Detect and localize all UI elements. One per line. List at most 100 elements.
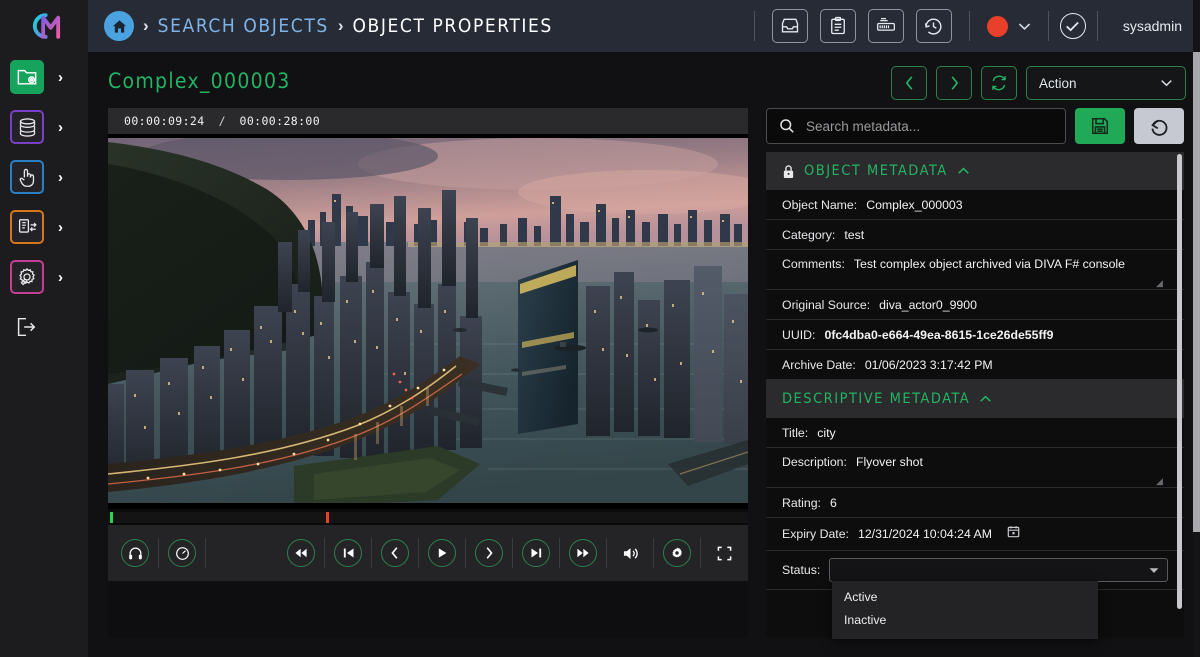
clipboard-button[interactable]	[820, 9, 856, 43]
divider	[158, 538, 159, 568]
divider	[559, 538, 560, 568]
row-value[interactable]: Complex_000003	[866, 198, 962, 212]
metadata-scroll-area[interactable]: OBJECT METADATA Object Name: Complex_000…	[766, 152, 1184, 637]
status-option-active[interactable]: Active	[832, 586, 1098, 608]
next-object-button[interactable]	[936, 66, 972, 100]
timeline-playhead[interactable]	[326, 512, 329, 523]
sidebar-chevron: ›	[58, 69, 63, 86]
record-status-selector[interactable]	[981, 16, 1037, 37]
metadata-row-category[interactable]: Category: test	[766, 220, 1184, 250]
breadcrumb-separator-1: ›	[143, 16, 149, 36]
metadata-row-archive-date[interactable]: Archive Date: 01/06/2023 3:17:42 PM	[766, 350, 1184, 380]
metadata-scrollbar-thumb[interactable]	[1177, 154, 1182, 609]
divider	[324, 538, 325, 568]
breadcrumb-parent-link[interactable]: SEARCH OBJECTS	[158, 15, 329, 37]
fast-forward-button[interactable]	[569, 539, 597, 567]
row-value[interactable]: 6	[830, 496, 837, 510]
metadata-row-expiry-date[interactable]: Expiry Date: 12/31/2024 10:04:24 AM	[766, 518, 1184, 551]
chevron-down-icon	[1018, 22, 1031, 31]
metadata-row-object-name[interactable]: Object Name: Complex_000003	[766, 190, 1184, 220]
app-logo[interactable]	[0, 0, 88, 52]
row-label: Object Name:	[782, 198, 857, 212]
rewind-icon	[294, 547, 308, 559]
divider	[512, 538, 513, 568]
row-value[interactable]: diva_actor0_9900	[879, 298, 977, 312]
archive-inbox-icon	[780, 16, 800, 36]
archive-inbox-button[interactable]	[772, 9, 808, 43]
go-to-start-button[interactable]	[334, 539, 362, 567]
timeline-track[interactable]	[108, 512, 748, 523]
fullscreen-button[interactable]	[710, 539, 738, 567]
chevron-down-icon	[1160, 79, 1173, 87]
volume-button[interactable]	[616, 539, 644, 567]
fullscreen-icon	[717, 546, 732, 561]
history-button[interactable]	[916, 9, 952, 43]
metadata-row-original-source[interactable]: Original Source: diva_actor0_9900	[766, 290, 1184, 320]
textarea-resize-grip[interactable]: ◢	[1156, 279, 1164, 287]
calendar-picker-button[interactable]	[1007, 525, 1020, 543]
main-content: Complex_000003 Action	[88, 52, 1200, 657]
row-value[interactable]: 0fc4dba0-e664-49ea-8615-1ce26de55ff9	[824, 328, 1053, 342]
divider	[653, 538, 654, 568]
headphones-button[interactable]	[121, 539, 149, 567]
row-value[interactable]: Test complex object archived via DIVA F#…	[854, 257, 1125, 271]
skip-to-start-icon	[342, 547, 355, 559]
go-to-end-button[interactable]	[522, 539, 550, 567]
action-dropdown[interactable]: Action	[1026, 66, 1186, 100]
status-option-inactive[interactable]: Inactive	[832, 609, 1098, 631]
logout-button[interactable]	[0, 302, 88, 352]
metadata-row-title[interactable]: Title: city	[766, 418, 1184, 448]
metadata-row-description[interactable]: Description: Flyover shot ◢	[766, 448, 1184, 488]
page-scrollbar-thumb[interactable]	[1193, 52, 1200, 532]
sidebar-item-system[interactable]: ›	[0, 252, 88, 302]
row-value[interactable]: 12/31/2024 10:04:24 AM	[858, 527, 992, 541]
top-bar-actions: sysadmin	[743, 9, 1200, 43]
username-label[interactable]: sysadmin	[1109, 18, 1186, 34]
play-button[interactable]	[428, 539, 456, 567]
gear-wrench-icon-box	[10, 260, 44, 294]
textarea-resize-grip[interactable]: ◢	[1156, 477, 1164, 485]
row-label: Rating:	[782, 496, 821, 510]
breadcrumb: › SEARCH OBJECTS › OBJECT PROPERTIES	[88, 11, 743, 41]
timeline-in-marker[interactable]	[110, 512, 113, 523]
player-settings-button[interactable]	[663, 539, 691, 567]
hand-pointer-icon-box	[10, 160, 44, 194]
section-header-descriptive-metadata[interactable]: DESCRIPTIVE METADATA	[766, 380, 1184, 418]
status-dropdown-menu[interactable]: Active Inactive	[832, 581, 1098, 639]
metadata-row-uuid[interactable]: UUID: 0fc4dba0-e664-49ea-8615-1ce26de55f…	[766, 320, 1184, 350]
row-value[interactable]: 01/06/2023 3:17:42 PM	[865, 358, 993, 372]
search-input[interactable]	[806, 119, 1053, 134]
video-canvas[interactable]	[108, 134, 748, 509]
metadata-row-comments[interactable]: Comments: Test complex object archived v…	[766, 250, 1184, 290]
row-value[interactable]: Flyover shot	[856, 455, 923, 469]
logout-icon	[14, 315, 38, 339]
sidebar-item-manage-objects[interactable]: ›	[0, 52, 88, 102]
document-transfer-icon-box	[10, 210, 44, 244]
breadcrumb-home-button[interactable]	[104, 11, 134, 41]
status-select[interactable]	[829, 558, 1168, 582]
tape-drive-button[interactable]	[868, 9, 904, 43]
divider	[465, 538, 466, 568]
rewind-button[interactable]	[287, 539, 315, 567]
playback-speed-button[interactable]	[168, 539, 196, 567]
row-value[interactable]: test	[844, 228, 864, 242]
row-value[interactable]: city	[817, 426, 835, 440]
previous-object-button[interactable]	[891, 66, 927, 100]
step-forward-button[interactable]	[475, 539, 503, 567]
search-metadata-box[interactable]	[766, 108, 1066, 144]
section-header-object-metadata[interactable]: OBJECT METADATA	[766, 152, 1184, 190]
sidebar-item-actions[interactable]: ›	[0, 152, 88, 202]
divider	[969, 11, 970, 41]
divider	[754, 11, 755, 41]
metadata-row-rating[interactable]: Rating: 6	[766, 488, 1184, 518]
refresh-button[interactable]	[981, 66, 1017, 100]
sidebar-item-storage[interactable]: ›	[0, 102, 88, 152]
video-timeline[interactable]	[108, 509, 748, 525]
sidebar-item-reports[interactable]: ›	[0, 202, 88, 252]
reset-metadata-button[interactable]	[1134, 108, 1184, 144]
health-check-button[interactable]	[1060, 13, 1086, 39]
hand-pointer-icon	[17, 167, 37, 188]
save-metadata-button[interactable]	[1075, 108, 1125, 144]
step-back-button[interactable]	[381, 539, 409, 567]
history-clock-icon	[923, 16, 944, 37]
